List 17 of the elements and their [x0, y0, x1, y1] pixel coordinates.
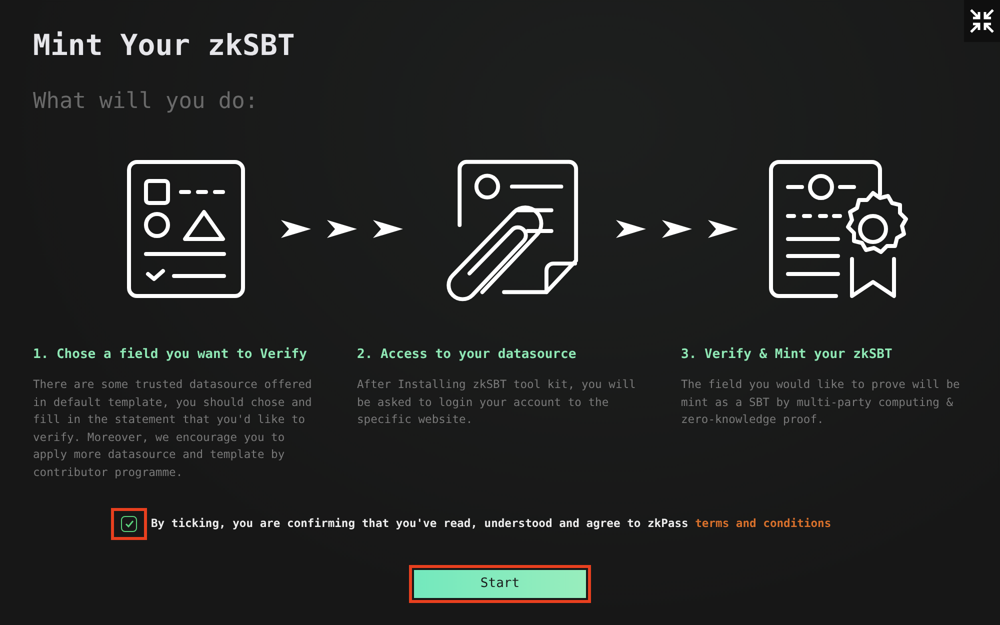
- step-description: After Installing zkSBT tool kit, you will be asked to login your account to the specific website.: [357, 377, 637, 428]
- agreement-text: By ticking, you are confirming that you've read, understood and agree to zkPass terms and conditions: [151, 517, 832, 530]
- step-description: The field you would like to prove will be mint as a SBT by multi-party computing & zero-knowledge proof.: [681, 377, 961, 428]
- step-description: There are some trusted datasource offered in default template, you should chose and fill in the statement that you'd like to verify. Moreover, we encourage you to apply more datasource and template by contributor programme.: [33, 377, 313, 481]
- step-title: 3. Verify & Mint your zkSBT: [681, 347, 894, 362]
- terms-link[interactable]: terms and conditions: [695, 517, 832, 530]
- arrows-icon: [616, 218, 738, 240]
- form-document-icon: [126, 159, 246, 299]
- step-title: 1. Chose a field you want to Verify: [33, 347, 308, 362]
- page-title: Mint Your zkSBT: [33, 28, 296, 62]
- step-title: 2. Access to your datasource: [357, 347, 578, 362]
- start-button[interactable]: Start: [414, 570, 586, 598]
- section-heading: What will you do:: [33, 89, 260, 114]
- agreement-checkbox[interactable]: [121, 516, 137, 532]
- check-icon: [124, 520, 134, 528]
- arrows-icon: [281, 218, 403, 240]
- collapse-icon[interactable]: [964, 0, 1000, 42]
